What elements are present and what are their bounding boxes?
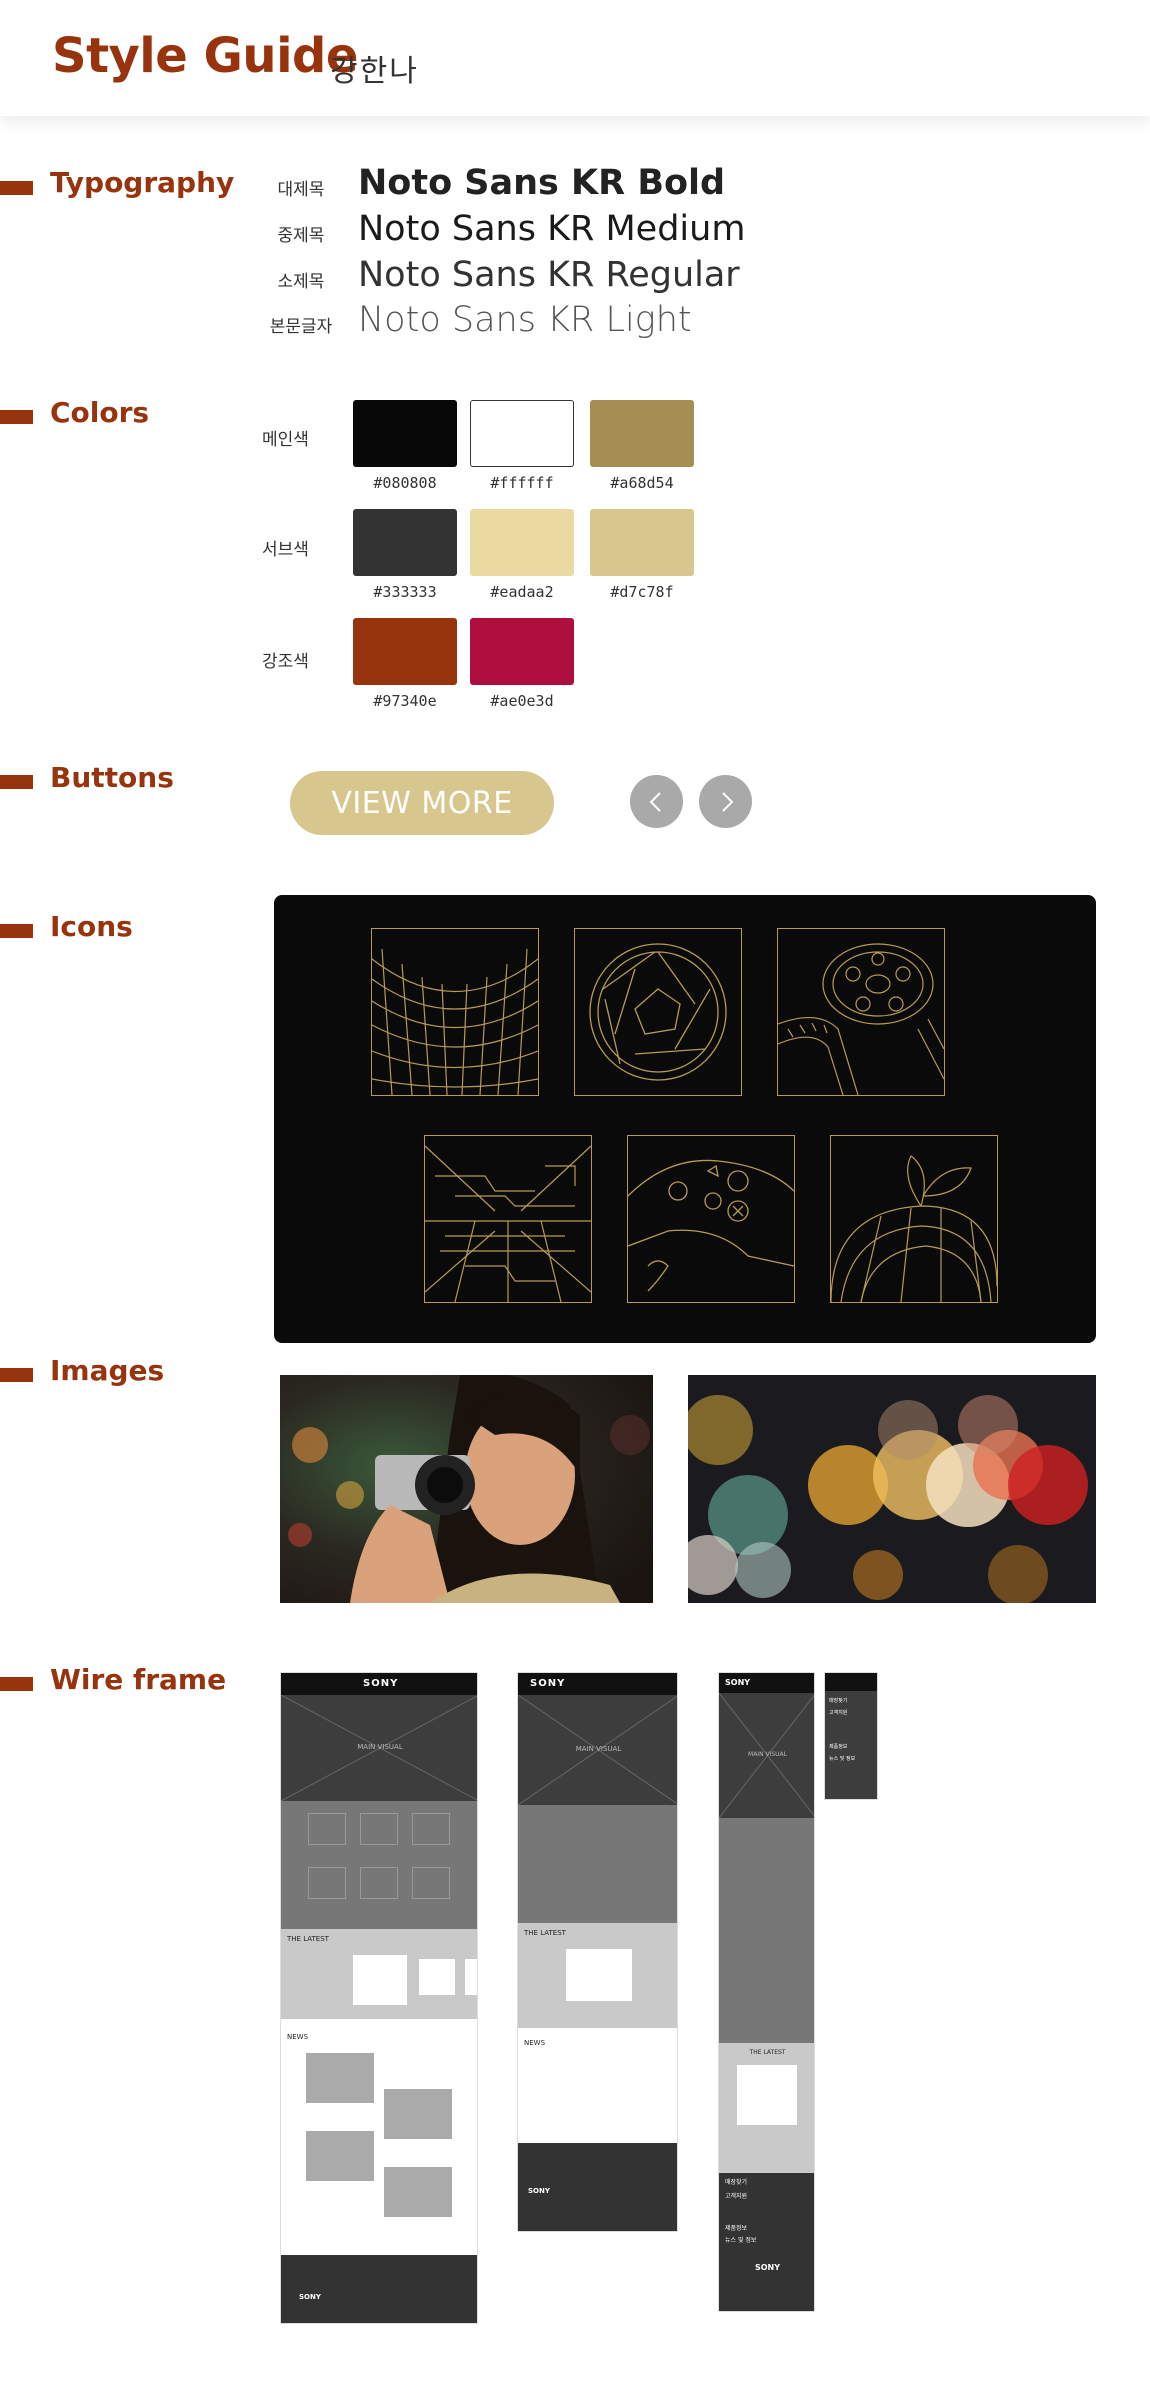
section-title-buttons: Buttons — [50, 761, 174, 794]
wf-footer: 매장찾기 고객지원 제품정보 뉴스 및 정보 SONY — [719, 2173, 814, 2311]
typography-sample: Noto Sans KR Regular — [358, 255, 740, 295]
wf-brand: SONY — [725, 1678, 751, 1687]
next-arrow-button[interactable] — [699, 775, 752, 828]
chevron-left-icon — [649, 791, 661, 812]
wf-menu-item: 고객지원 — [829, 1710, 848, 1716]
globe-leaf-icon — [830, 1135, 998, 1303]
wf-news-title: NEWS — [287, 2033, 309, 2041]
section-title-icons: Icons — [50, 910, 133, 943]
section-title-images: Images — [50, 1354, 165, 1387]
wireframe-tablet: SONY MAIN VISUAL THE LATEST NEWS SONY — [517, 1672, 678, 2232]
wireframe-desktop: SONY MAIN VISUAL THE LATEST NEWS SONY — [280, 1672, 478, 2324]
typography-label: 중제목 — [277, 226, 325, 246]
wf-latest-title: THE LATEST — [749, 2049, 786, 2056]
wf-latest-title: THE LATEST — [287, 1935, 329, 1943]
wf-nav-bar: SONY — [281, 1673, 477, 1695]
film-reel-icon — [777, 928, 945, 1096]
color-code: #97340e — [373, 692, 437, 710]
color-code: #a68d54 — [610, 474, 674, 492]
wf-category-grid — [518, 1805, 677, 1923]
wf-menu-item: 제품정보 — [725, 2225, 748, 2232]
color-swatch — [353, 400, 457, 467]
typography-sample: Noto Sans KR Light — [358, 300, 692, 340]
wf-latest-section: THE LATEST — [281, 1929, 477, 2019]
wf-footer: SONY — [518, 2143, 677, 2231]
wf-menu-item: 고객지원 — [725, 2193, 748, 2200]
wf-news-title: NEWS — [524, 2039, 546, 2047]
section-title-colors: Colors — [50, 396, 150, 429]
section-marker — [0, 1368, 33, 1382]
bokeh-lights-photo — [688, 1375, 1096, 1603]
typography-label: 본문글자 — [269, 317, 333, 337]
wf-menu-item: 뉴스 및 정보 — [829, 1756, 856, 1762]
color-code: #ffffff — [490, 474, 554, 492]
color-code: #d7c78f — [610, 583, 674, 601]
typography-sample: Noto Sans KR Bold — [358, 163, 726, 203]
section-marker — [0, 924, 33, 938]
color-swatch — [353, 509, 457, 576]
section-marker — [0, 775, 33, 789]
game-controller-icon — [627, 1135, 795, 1303]
wf-main-visual-label: MAIN VISUAL — [575, 1745, 622, 1753]
typography-label: 대제목 — [277, 180, 325, 200]
color-group-label-main: 메인색 — [262, 430, 309, 450]
wf-main-visual: MAIN VISUAL — [281, 1695, 477, 1801]
view-more-button[interactable]: VIEW MORE — [290, 771, 554, 835]
wf-footer-brand: SONY — [299, 2293, 321, 2301]
wf-nav-bar: SONY — [719, 1673, 814, 1693]
color-swatch — [470, 618, 574, 685]
wireframe-mobile-menu: 매장찾기 고객지원 제품정보 뉴스 및 정보 — [824, 1672, 878, 1800]
section-title-wireframe: Wire frame — [50, 1663, 227, 1696]
section-marker — [0, 1677, 33, 1691]
color-swatch — [590, 509, 694, 576]
wf-latest-section: THE LATEST — [518, 1923, 677, 2028]
section-marker — [0, 410, 33, 424]
camera-aperture-icon — [574, 928, 742, 1096]
wf-main-visual-label: MAIN VISUAL — [748, 1751, 787, 1758]
wf-latest-title: THE LATEST — [524, 1929, 566, 1937]
person-with-camera-photo — [280, 1375, 653, 1603]
color-swatch — [470, 400, 574, 467]
wf-main-visual: MAIN VISUAL — [719, 1693, 814, 1818]
page-header: Style Guide 강한나 — [0, 0, 1150, 116]
wf-main-visual: MAIN VISUAL — [518, 1695, 677, 1805]
icons-panel — [274, 895, 1096, 1343]
wf-brand: SONY — [363, 1678, 399, 1689]
wf-footer: SONY — [281, 2255, 477, 2323]
wf-nav-bar: SONY — [518, 1673, 677, 1695]
wf-main-visual-label: MAIN VISUAL — [357, 1743, 403, 1751]
wf-brand: SONY — [530, 1678, 566, 1689]
typography-sample: Noto Sans KR Medium — [358, 209, 746, 249]
wf-category-grid — [719, 1818, 814, 2043]
color-group-label-accent: 강조색 — [262, 652, 309, 672]
color-swatch — [470, 509, 574, 576]
section-title-typography: Typography — [50, 166, 235, 199]
typography-label: 소제목 — [277, 272, 325, 292]
author-name: 강한나 — [330, 54, 419, 89]
color-swatch — [353, 618, 457, 685]
section-marker — [0, 181, 33, 195]
vr-grid-icon — [371, 928, 539, 1096]
chevron-right-icon — [721, 791, 733, 812]
color-group-label-sub: 서브색 — [262, 540, 309, 560]
wf-footer-brand: SONY — [754, 2263, 781, 2272]
page-title: Style Guide — [52, 28, 358, 84]
tech-circuit-icon — [424, 1135, 592, 1303]
color-swatch — [590, 400, 694, 467]
color-code: #eadaa2 — [490, 583, 554, 601]
wf-menu-item: 제품정보 — [829, 1744, 848, 1750]
wf-menu-item: 뉴스 및 정보 — [725, 2237, 757, 2244]
wireframe-mobile: SONY MAIN VISUAL THE LATEST 매장찾기 고객지원 제품… — [718, 1672, 815, 2312]
wf-category-grid — [281, 1801, 477, 1929]
wf-footer-brand: SONY — [528, 2187, 550, 2195]
wf-menu-item: 매장찾기 — [725, 2179, 748, 2186]
wf-latest-section: THE LATEST — [719, 2043, 814, 2173]
color-code: #333333 — [373, 583, 437, 601]
wf-menu-item: 매장찾기 — [829, 1698, 848, 1704]
color-code: #080808 — [373, 474, 437, 492]
prev-arrow-button[interactable] — [630, 775, 683, 828]
color-code: #ae0e3d — [490, 692, 554, 710]
